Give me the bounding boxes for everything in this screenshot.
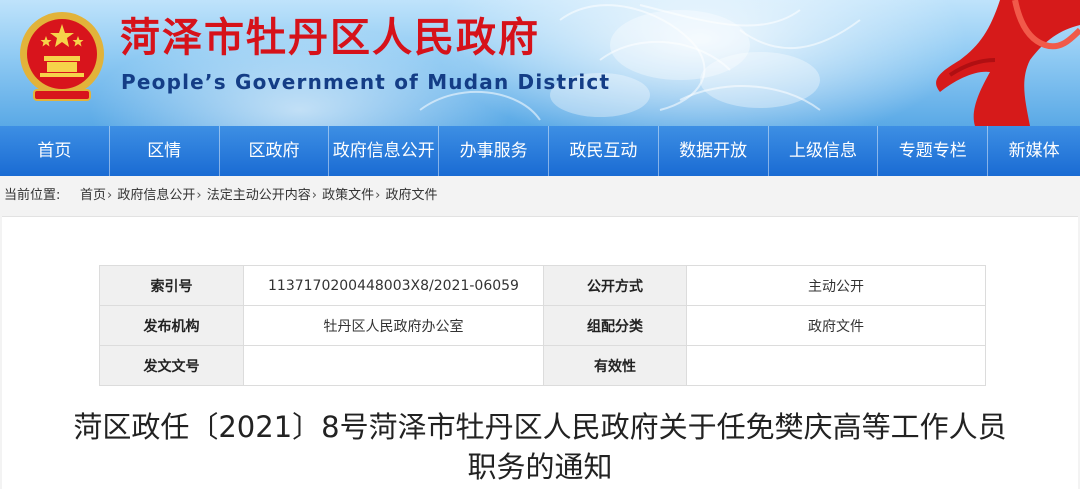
site-subtitle: People’s Government of Mudan District (121, 70, 611, 94)
breadcrumb-separator: › (311, 188, 317, 203)
meta-category-label: 组配分类 (543, 305, 687, 346)
meta-doc-number-value (243, 345, 544, 386)
main-nav: 首页 区情 区政府 政府信息公开 办事服务 政民互动 数据开放 上级信息 专题专… (0, 126, 1080, 176)
red-ribbon-sculpture-icon (936, 0, 1080, 126)
meta-publisher-value: 牡丹区人民政府办公室 (243, 305, 544, 346)
site-title: 菏泽市牡丹区人民政府 (120, 14, 540, 61)
meta-publisher-label: 发布机构 (99, 305, 244, 346)
nav-item-special-topics[interactable]: 专题专栏 (878, 126, 989, 176)
meta-index-label: 索引号 (99, 265, 244, 306)
meta-doc-number-label: 发文文号 (99, 345, 244, 386)
nav-item-district-government[interactable]: 区政府 (220, 126, 330, 176)
breadcrumb-trail: 首页› 政府信息公开› 法定主动公开内容› 政策文件› 政府文件 (80, 176, 437, 216)
breadcrumb-link-policy-documents[interactable]: 政策文件 (322, 188, 374, 203)
breadcrumb-link-statutory-content[interactable]: 法定主动公开内容 (207, 188, 311, 203)
breadcrumb-separator: › (107, 188, 113, 203)
breadcrumb-link-info-disclosure[interactable]: 政府信息公开 (117, 188, 195, 203)
meta-open-method-label: 公开方式 (543, 265, 687, 306)
breadcrumb: 当前位置: 首页› 政府信息公开› 法定主动公开内容› 政策文件› 政府文件 (0, 176, 1080, 216)
meta-index-value: 1137170200448003X8/2021-06059 (243, 265, 544, 306)
national-emblem-icon (20, 12, 104, 101)
document-title-line-2: 职务的通知 (467, 450, 613, 484)
nav-item-interaction[interactable]: 政民互动 (549, 126, 659, 176)
table-row: 发文文号 有效性 (99, 345, 986, 386)
meta-category-value: 政府文件 (686, 305, 986, 346)
nav-item-open-data[interactable]: 数据开放 (659, 126, 769, 176)
document-title: 菏区政任〔2021〕8号菏泽市牡丹区人民政府关于任免樊庆高等工作人员 职务的通知 (2, 407, 1078, 487)
nav-item-home[interactable]: 首页 (0, 126, 110, 176)
nav-item-services[interactable]: 办事服务 (439, 126, 549, 176)
breadcrumb-link-home[interactable]: 首页 (80, 188, 106, 203)
table-row: 发布机构 牡丹区人民政府办公室 组配分类 政府文件 (99, 305, 986, 346)
meta-open-method-value: 主动公开 (686, 265, 986, 306)
breadcrumb-separator: › (196, 188, 202, 203)
breadcrumb-link-government-documents[interactable]: 政府文件 (385, 188, 437, 203)
nav-item-new-media[interactable]: 新媒体 (988, 126, 1080, 176)
breadcrumb-separator: › (375, 188, 381, 203)
nav-item-government-info-disclosure[interactable]: 政府信息公开 (329, 126, 440, 176)
article-panel: 索引号 1137170200448003X8/2021-06059 公开方式 主… (2, 216, 1078, 489)
breadcrumb-lead: 当前位置: (4, 188, 61, 203)
document-title-line-1: 菏区政任〔2021〕8号菏泽市牡丹区人民政府关于任免樊庆高等工作人员 (73, 410, 1007, 444)
nav-item-district-info[interactable]: 区情 (110, 126, 220, 176)
meta-validity-value (686, 345, 986, 386)
meta-validity-label: 有效性 (543, 345, 687, 386)
nav-item-superior-info[interactable]: 上级信息 (769, 126, 879, 176)
site-banner: 菏泽市牡丹区人民政府 People’s Government of Mudan … (0, 0, 1080, 126)
table-row: 索引号 1137170200448003X8/2021-06059 公开方式 主… (99, 265, 986, 306)
document-meta-table: 索引号 1137170200448003X8/2021-06059 公开方式 主… (99, 265, 986, 386)
